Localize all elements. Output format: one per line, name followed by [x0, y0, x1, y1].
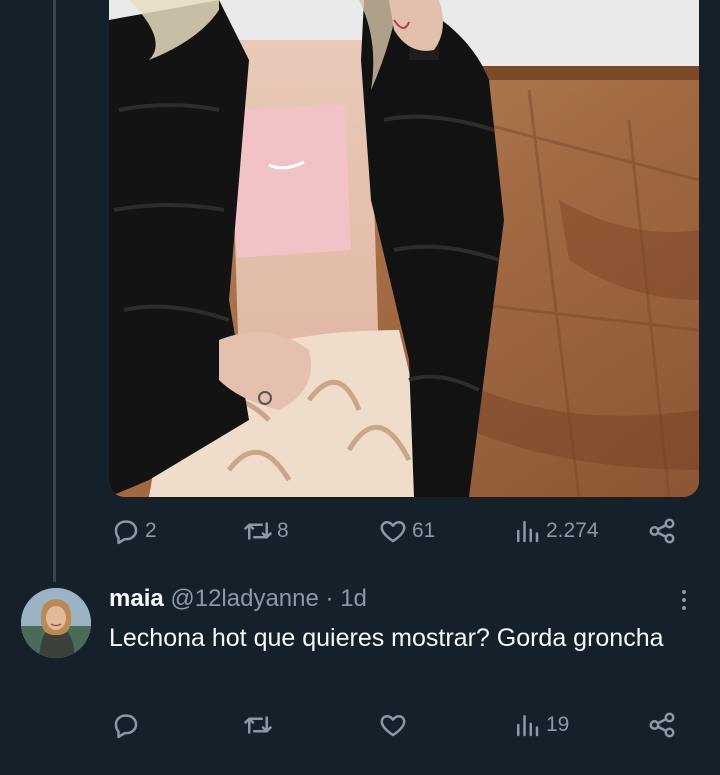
views-icon	[517, 521, 539, 543]
reply-icon	[114, 520, 138, 545]
reply-reply-button[interactable]	[111, 710, 145, 740]
reply-button[interactable]: 2	[111, 516, 157, 546]
reply-header: maia @12ladyanne · 1d	[109, 585, 367, 613]
avatar-photo	[21, 588, 91, 658]
reply-retweet-button[interactable]	[243, 710, 277, 740]
more-icon	[682, 590, 686, 610]
reply-text: Lechona hot que quieres mostrar? Gorda g…	[109, 624, 664, 652]
display-name[interactable]: maia	[109, 585, 164, 612]
timestamp[interactable]: 1d	[340, 585, 367, 612]
retweet-count: 8	[277, 519, 289, 542]
reply-count: 2	[145, 519, 157, 542]
separator-dot: ·	[325, 585, 334, 612]
share-button[interactable]	[647, 516, 677, 546]
reply-share-button[interactable]	[647, 710, 677, 740]
reply-views-count: 19	[546, 713, 570, 736]
like-button[interactable]: 61	[378, 516, 435, 546]
share-icon	[649, 712, 675, 738]
share-icon	[649, 518, 675, 544]
thread-connector-line	[53, 0, 56, 582]
views-count: 2.274	[546, 519, 599, 542]
like-icon	[380, 521, 406, 543]
photo-illustration	[109, 0, 699, 497]
reply-icon	[114, 714, 138, 739]
reply-views-button[interactable]: 19	[512, 710, 569, 740]
retweet-icon	[244, 522, 272, 540]
reply-action-bar: 19	[109, 710, 704, 744]
more-options-button[interactable]	[672, 586, 696, 614]
views-button[interactable]: 2.274	[512, 516, 599, 546]
tweet-action-bar: 2 8 61 2.274	[109, 516, 704, 550]
retweet-icon	[244, 716, 272, 734]
views-icon	[517, 715, 539, 737]
like-count: 61	[412, 519, 436, 542]
avatar[interactable]	[21, 588, 91, 658]
retweet-button[interactable]: 8	[243, 516, 289, 546]
user-handle[interactable]: @12ladyanne	[170, 585, 318, 612]
tweet-photo[interactable]	[109, 0, 699, 497]
like-icon	[380, 715, 406, 737]
reply-like-button[interactable]	[378, 710, 412, 740]
